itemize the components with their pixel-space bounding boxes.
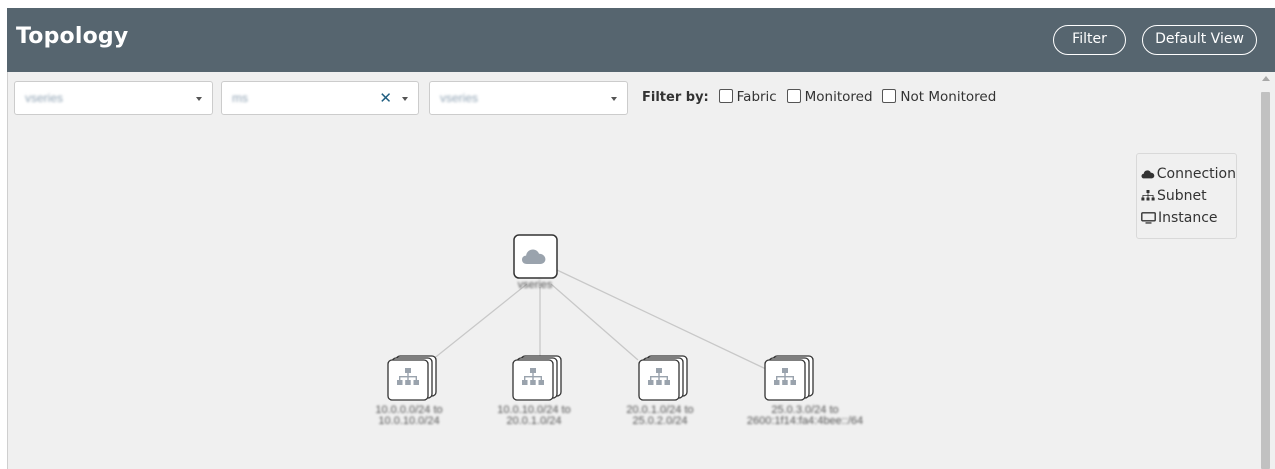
topology-canvas[interactable]: vseries ms ✕ vseries Filter by: Fabric M… xyxy=(7,72,1259,469)
subnet-node-label: 10.0.10.0/24 to 20.0.1.0/24 xyxy=(478,405,590,427)
subnet-node[interactable] xyxy=(512,355,562,401)
top-strip xyxy=(0,0,1275,8)
subnet-node[interactable] xyxy=(387,355,437,401)
topology-panel: Topology Filter Default View vseries ms … xyxy=(7,8,1275,469)
edge xyxy=(550,283,639,361)
subnet-node[interactable] xyxy=(764,355,814,401)
subnet-node[interactable] xyxy=(638,355,688,401)
subnet-label-line: 25.0.2.0/24 xyxy=(632,415,688,427)
subnet-label-line: 2600:1f14:fa4:4bee::/64 xyxy=(746,415,864,427)
subnet-node-label: 20.0.1.0/24 to 25.0.2.0/24 xyxy=(604,405,716,427)
default-view-button[interactable]: Default View xyxy=(1142,25,1257,55)
subnet-label-line: 10.0.10.0/24 xyxy=(378,415,440,427)
filter-button[interactable]: Filter xyxy=(1053,25,1126,55)
panel-header: Topology Filter Default View xyxy=(7,8,1275,72)
edge xyxy=(556,269,769,371)
subnet-node-label: 10.0.0.0/24 to 10.0.10.0/24 xyxy=(353,405,465,427)
edge xyxy=(431,283,528,361)
vertical-scrollbar[interactable] xyxy=(1258,72,1275,469)
connection-node-label: vseries xyxy=(517,279,553,291)
connection-node[interactable] xyxy=(513,234,558,279)
subnet-label-line: 20.0.1.0/24 xyxy=(506,415,562,427)
page-title: Topology xyxy=(16,24,129,49)
scroll-up-icon[interactable] xyxy=(1262,76,1270,81)
subnet-node-label: 25.0.3.0/24 to 2600:1f14:fa4:4bee::/64 xyxy=(730,405,880,427)
scrollbar-thumb[interactable] xyxy=(1261,92,1270,469)
